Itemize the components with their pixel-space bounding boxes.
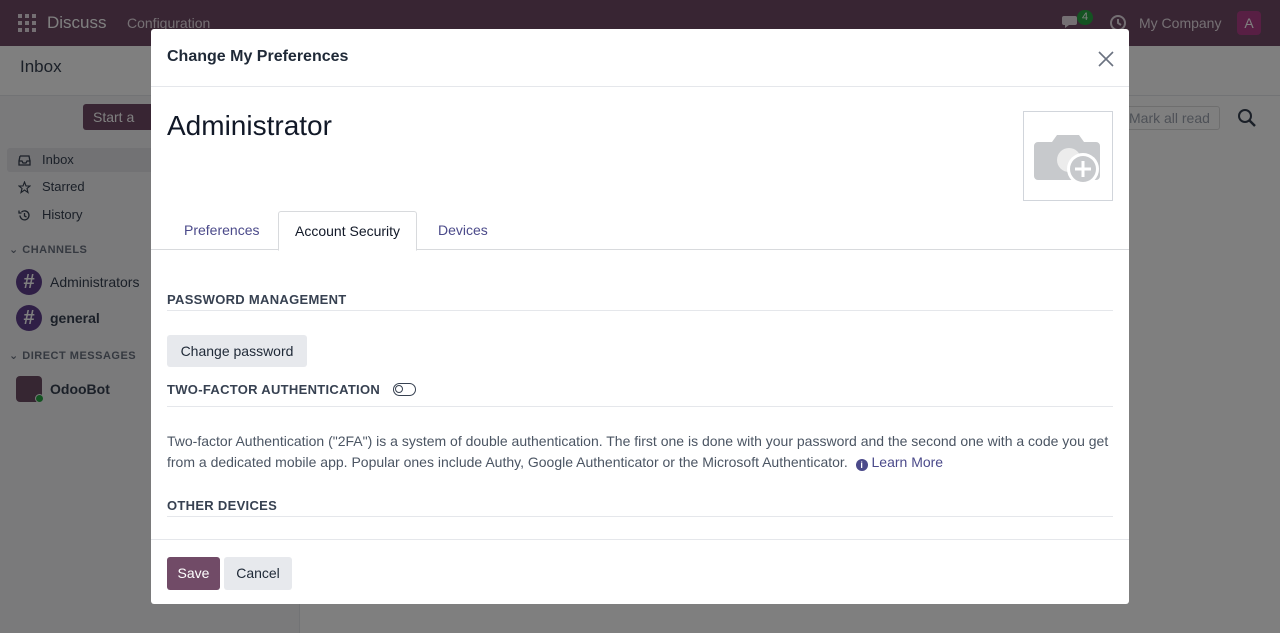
two-factor-description: Two-factor Authentication ("2FA") is a s… bbox=[167, 431, 1117, 473]
tab-account-security[interactable]: Account Security bbox=[278, 211, 418, 251]
preferences-dialog: Change My Preferences Administrator Pref… bbox=[151, 29, 1129, 604]
two-factor-toggle[interactable] bbox=[393, 383, 416, 396]
tab-bar: Preferences Account Security Devices bbox=[151, 211, 1129, 251]
user-name-heading: Administrator bbox=[167, 110, 332, 141]
camera-plus-icon bbox=[1034, 135, 1100, 185]
two-factor-text: Two-factor Authentication ("2FA") is a s… bbox=[167, 433, 1109, 470]
modal-header: Change My Preferences bbox=[151, 29, 1129, 87]
change-password-button[interactable]: Change password bbox=[167, 335, 307, 367]
section-divider bbox=[167, 406, 1113, 407]
tab-preferences[interactable]: Preferences bbox=[168, 211, 275, 250]
save-button[interactable]: Save bbox=[167, 557, 220, 590]
section-divider bbox=[167, 310, 1113, 311]
tab-devices[interactable]: Devices bbox=[422, 211, 504, 250]
info-icon: i bbox=[855, 459, 868, 471]
modal-title: Change My Preferences bbox=[167, 48, 349, 65]
learn-more-link[interactable]: Learn More bbox=[872, 454, 944, 470]
avatar-upload[interactable] bbox=[1023, 111, 1113, 201]
cancel-button[interactable]: Cancel bbox=[224, 557, 292, 590]
password-management-heading: PASSWORD MANAGEMENT bbox=[167, 292, 347, 307]
close-icon[interactable] bbox=[1095, 48, 1117, 70]
toggle-knob bbox=[395, 385, 403, 393]
modal-footer: Save Cancel bbox=[151, 539, 1129, 604]
two-factor-heading: TWO-FACTOR AUTHENTICATION bbox=[167, 382, 381, 397]
section-divider bbox=[167, 516, 1113, 517]
other-devices-heading: OTHER DEVICES bbox=[167, 498, 278, 513]
